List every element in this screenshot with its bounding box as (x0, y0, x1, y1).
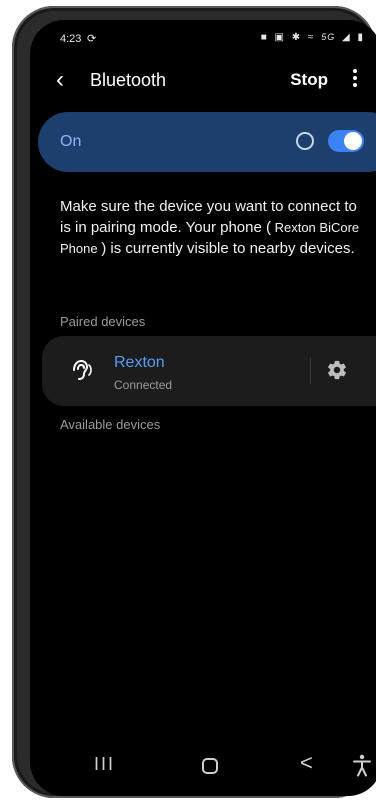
battery-icon: ▮ (357, 32, 364, 43)
status-icons: ■ ▣ ✱ ≈ 5G ◢ ▮ (258, 32, 364, 43)
device-status: Connected (114, 378, 173, 392)
screen: 4:23 ⟳ ■ ▣ ✱ ≈ 5G ◢ ▮ ‹ Bluetooth Stop O… (30, 20, 376, 796)
recents-button[interactable]: III (94, 754, 115, 775)
status-bar: 4:23 ⟳ ■ ▣ ✱ ≈ 5G ◢ ▮ (30, 20, 376, 46)
network-label: 5G (321, 32, 336, 42)
bluetooth-icon: ✱ (291, 32, 302, 43)
wifi-icon: ≈ (307, 32, 315, 43)
status-time: 4:23 (60, 33, 82, 45)
divider (310, 358, 311, 384)
pairing-description: Make sure the device you want to connect… (60, 196, 360, 259)
page-title: Bluetooth (90, 70, 167, 90)
nfc-icon: ▣ (274, 32, 285, 43)
navigation-bar: III < (30, 740, 376, 796)
paired-devices-heading: Paired devices (60, 314, 146, 329)
alarm-icon: ■ (260, 32, 268, 43)
description-text-after: ) is currently visible to nearby devices… (101, 240, 355, 257)
nav-back-button[interactable]: < (300, 750, 313, 776)
accessibility-icon[interactable] (352, 754, 372, 778)
sync-icon: ⟳ (87, 33, 97, 45)
toggle-knob (344, 132, 362, 150)
paired-device-row[interactable]: Rexton Connected (42, 336, 376, 406)
home-button[interactable] (202, 758, 218, 774)
available-devices-heading: Available devices (60, 417, 161, 432)
bluetooth-master-switch-bar[interactable]: On (38, 112, 376, 172)
stop-button[interactable]: Stop (290, 70, 328, 90)
back-button[interactable]: ‹ (56, 68, 64, 92)
more-options-icon[interactable] (352, 66, 358, 90)
signal-icon: ◢ (342, 32, 351, 43)
bluetooth-toggle[interactable] (328, 130, 364, 152)
app-bar: ‹ Bluetooth Stop (30, 66, 376, 106)
gear-icon[interactable] (326, 359, 348, 381)
device-name: Rexton (114, 354, 165, 371)
radio-icon (296, 132, 314, 150)
switch-label: On (60, 133, 82, 150)
hearing-aid-icon (73, 359, 92, 380)
phone-frame: 4:23 ⟳ ■ ▣ ✱ ≈ 5G ◢ ▮ ‹ Bluetooth Stop O… (12, 6, 376, 798)
